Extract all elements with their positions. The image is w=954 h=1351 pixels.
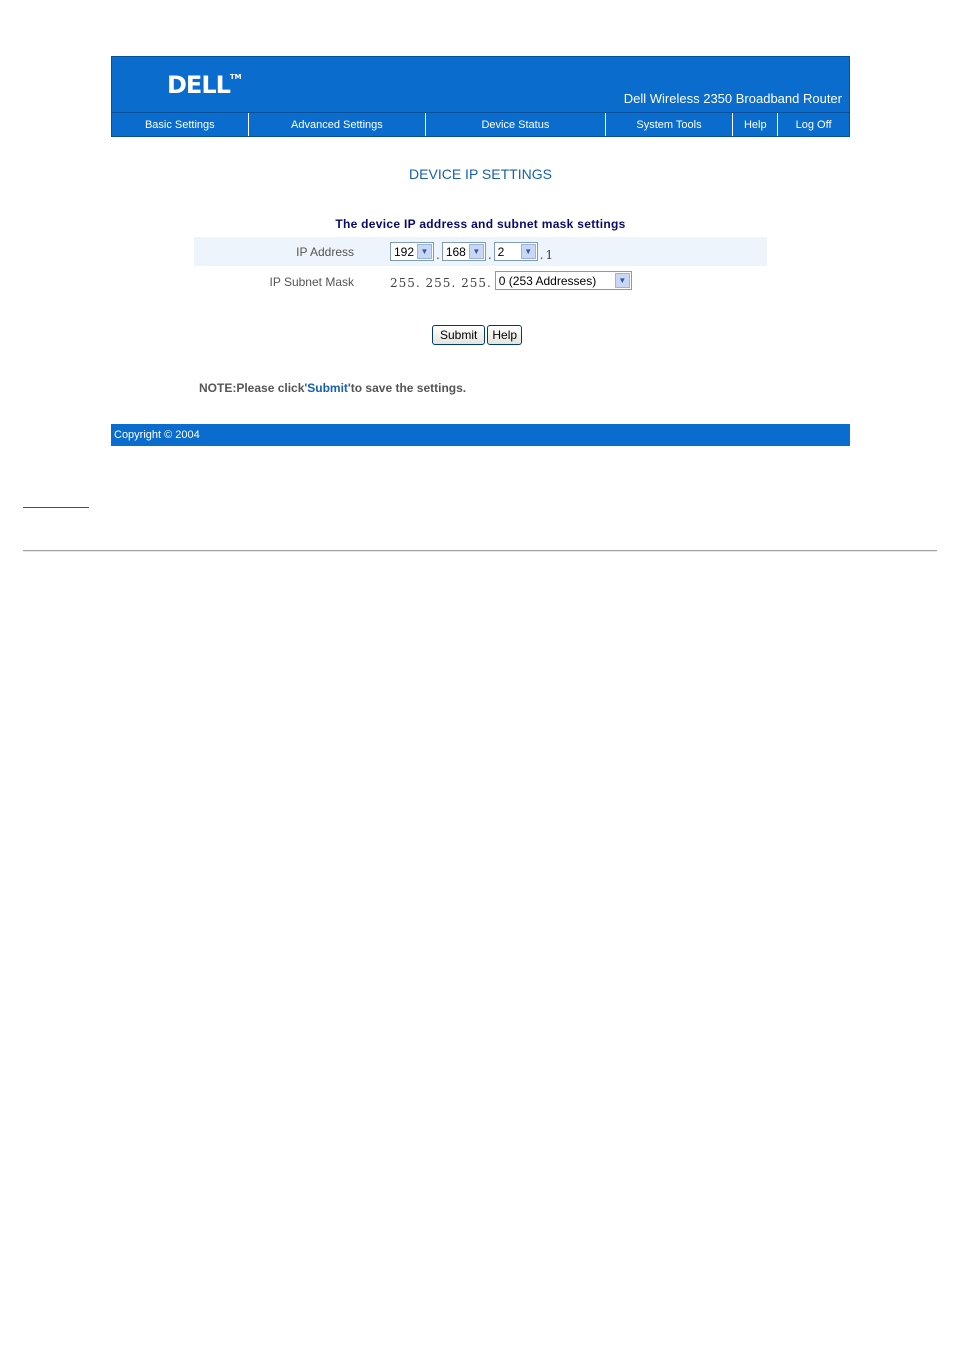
save-note: NOTE:Please click'Submit'to save the set… — [199, 381, 466, 395]
note-prefix: NOTE:Please click — [199, 381, 305, 395]
ip-octet3-value: 2 — [497, 244, 505, 259]
button-group: Submit Help — [432, 325, 523, 345]
main-nav: Basic Settings Advanced Settings Device … — [111, 113, 850, 137]
nav-log-off[interactable]: Log Off — [778, 113, 849, 136]
subnet-mask-label: IP Subnet Mask — [269, 275, 355, 289]
subnet-mask-controls: 255. 255. 255. 0 (253 Addresses) ▼ — [390, 271, 632, 290]
subnet-mask-select[interactable]: 0 (253 Addresses) ▼ — [494, 271, 632, 290]
nav-basic-settings[interactable]: Basic Settings — [112, 113, 249, 136]
submit-button[interactable]: Submit — [432, 325, 486, 345]
ip-address-row: IP Address 192 ▼ . 168 ▼ . 2 ▼ . 1 — [194, 237, 767, 266]
logo-text: DELL — [167, 71, 231, 99]
help-button[interactable]: Help — [487, 325, 523, 345]
router-frame: DELLTM Dell Wireless 2350 Broadband Rout… — [111, 56, 850, 446]
subnet-mask-row: IP Subnet Mask 255. 255. 255. 0 (253 Add… — [194, 267, 767, 296]
separator-dot: . — [487, 247, 492, 262]
header-banner: DELLTM Dell Wireless 2350 Broadband Rout… — [111, 56, 850, 113]
footer-bar: Copyright © 2004 — [111, 424, 850, 446]
separator-dot: . — [539, 247, 544, 262]
divider — [23, 550, 937, 552]
ip-octet2-value: 168 — [445, 244, 466, 259]
chevron-down-icon: ▼ — [520, 244, 536, 259]
chevron-down-icon: ▼ — [417, 244, 432, 259]
section-title: The device IP address and subnet mask se… — [335, 217, 626, 231]
copyright-text: Copyright © 2004 — [114, 429, 200, 441]
ip-octet3-select[interactable]: 2 ▼ — [493, 242, 538, 261]
chevron-down-icon: ▼ — [614, 273, 630, 288]
nav-advanced-settings[interactable]: Advanced Settings — [249, 113, 427, 136]
dell-logo: DELLTM — [167, 71, 242, 99]
page-title: DEVICE IP SETTINGS — [409, 166, 552, 182]
product-name: Dell Wireless 2350 Broadband Router — [623, 91, 842, 106]
back-to-top-link[interactable] — [23, 506, 89, 508]
nav-system-tools[interactable]: System Tools — [606, 113, 734, 136]
nav-device-status[interactable]: Device Status — [426, 113, 606, 136]
ip-octet1-select[interactable]: 192 ▼ — [390, 242, 434, 261]
ip-octet4-value: 1 — [545, 247, 554, 262]
nav-help[interactable]: Help — [733, 113, 779, 136]
chevron-down-icon: ▼ — [468, 244, 484, 259]
ip-octet2-select[interactable]: 168 ▼ — [441, 242, 486, 261]
ip-address-label: IP Address — [296, 245, 354, 259]
subnet-mask-value: 0 (253 Addresses) — [498, 273, 597, 288]
separator-dot: . — [436, 247, 440, 262]
note-suffix: to save the settings. — [350, 381, 467, 395]
subnet-mask-prefix: 255. 255. 255. — [390, 275, 492, 290]
logo-trademark: TM — [229, 73, 242, 81]
ip-octet1-value: 192 — [394, 244, 415, 259]
ip-address-controls: 192 ▼ . 168 ▼ . 2 ▼ . 1 — [390, 242, 555, 262]
note-submit-link: 'Submit' — [304, 381, 351, 395]
